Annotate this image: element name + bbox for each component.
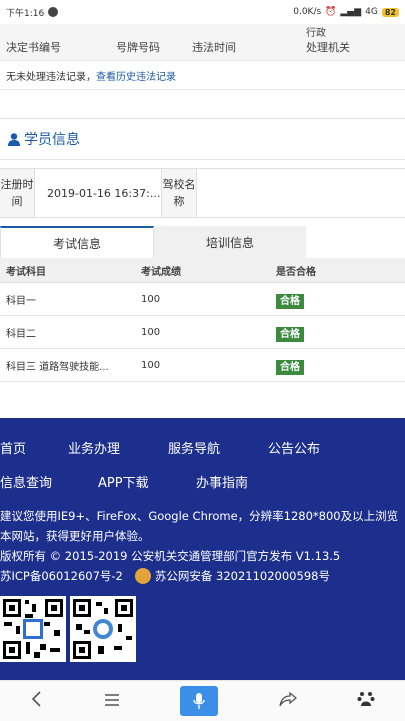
table-row: 科目一 100 合格 <box>0 282 405 316</box>
info-tabs: 考试信息 培训信息 <box>0 226 405 258</box>
qr-code-right <box>70 596 136 662</box>
network-type: 4G <box>365 7 378 17</box>
col-violation-time: 违法时间 <box>192 41 236 54</box>
reg-time-label: 注册时间 <box>0 169 35 217</box>
pass-badge: 合格 <box>276 293 304 309</box>
user-icon <box>8 132 20 146</box>
pass-badge: 合格 <box>276 359 304 375</box>
police-badge-icon <box>134 568 151 584</box>
footer-link-app-download[interactable]: APP下载 <box>98 472 196 491</box>
police-record: 苏公网安备 32021102000598号 <box>154 569 330 583</box>
microphone-icon <box>193 693 206 709</box>
notification-icon <box>48 7 59 17</box>
baidu-paw-icon[interactable] <box>357 690 375 712</box>
exam-table-header: 考试科目 考试成绩 是否合格 <box>0 258 405 283</box>
menu-icon[interactable] <box>104 692 120 711</box>
browser-bottom-bar <box>0 680 405 721</box>
section-title: 学员信息 <box>24 132 80 148</box>
school-name-label: 驾校名称 <box>162 169 197 217</box>
copyright: 版权所有 © 2015-2019 公安机关交通管理部门官方发布 V1.13.5 <box>0 549 341 563</box>
status-time: 下午1:16 <box>6 8 45 19</box>
exam-table: 考试科目 考试成绩 是否合格 科目一 100 合格 科目二 100 合格 科目三… <box>0 258 405 382</box>
qr-code-left <box>0 596 66 662</box>
footer-link-home[interactable]: 首页 <box>0 438 68 457</box>
school-name-value <box>197 169 399 217</box>
col-decision-no: 决定书编号 <box>6 41 61 54</box>
signal-icon: ▂▄▆ <box>340 7 362 17</box>
table-row: 科目二 100 合格 <box>0 315 405 349</box>
violation-empty-text: 无未处理违法记录， <box>6 71 96 83</box>
pass-cell: 合格 <box>270 282 405 316</box>
col-handling-org: 处理机关 <box>306 41 350 54</box>
col-pass: 是否合格 <box>270 258 405 283</box>
col-subject: 考试科目 <box>0 258 135 283</box>
pass-cell: 合格 <box>270 348 405 382</box>
tab-training-info[interactable]: 培训信息 <box>154 226 306 258</box>
history-violation-link[interactable]: 查看历史违法记录 <box>96 68 176 83</box>
score-cell: 100 <box>135 315 270 349</box>
student-info-header: 学员信息 <box>0 119 405 160</box>
footer-link-service-nav[interactable]: 服务导航 <box>168 438 268 457</box>
footer-link-info-query[interactable]: 信息查询 <box>0 472 98 491</box>
voice-search-button[interactable] <box>180 686 219 716</box>
col-plate-no: 号牌号码 <box>116 41 160 54</box>
pass-badge: 合格 <box>276 326 304 342</box>
col-score: 考试成绩 <box>135 258 270 283</box>
footer-notes: 建议您使用IE9+、FireFox、Google Chrome，分辨率1280*… <box>0 506 405 586</box>
browser-note: 建议您使用IE9+、FireFox、Google Chrome，分辨率1280*… <box>0 509 399 543</box>
site-footer: 首页 业务办理 服务导航 公告公布 信息查询 APP下载 办事指南 建议您使用I… <box>0 418 405 680</box>
record-line: 苏ICP备06012607号-2 苏公网安备 32021102000598号 <box>0 566 405 586</box>
score-cell: 100 <box>135 282 270 316</box>
divider <box>0 90 405 119</box>
table-row: 科目三 道路驾驶技能... 100 合格 <box>0 348 405 382</box>
student-info-table: 注册时间 2019-01-16 16:37:... 驾校名称 <box>0 168 405 218</box>
pass-cell: 合格 <box>270 315 405 349</box>
net-speed: 0.0K/s <box>293 7 322 17</box>
subject-cell: 科目二 <box>0 315 135 349</box>
footer-nav-row1: 首页 业务办理 服务导航 公告公布 <box>0 438 320 457</box>
tab-exam-info[interactable]: 考试信息 <box>0 226 154 258</box>
share-icon[interactable] <box>279 691 297 711</box>
violation-table-header: 决定书编号 号牌号码 违法时间 行政 处理机关 <box>0 24 405 61</box>
footer-link-guide[interactable]: 办事指南 <box>196 472 248 491</box>
subject-cell: 科目三 道路驾驶技能... <box>0 348 135 382</box>
subject-cell: 科目一 <box>0 282 135 316</box>
footer-link-business[interactable]: 业务办理 <box>68 438 168 457</box>
battery-icon: 82 <box>381 7 399 17</box>
score-cell: 100 <box>135 348 270 382</box>
violation-empty-row: 无未处理违法记录， 查看历史违法记录 <box>0 61 405 90</box>
reg-time-value: 2019-01-16 16:37:... <box>35 169 162 217</box>
icp-record: 苏ICP备06012607号-2 <box>0 569 123 583</box>
status-bar: 下午1:16 0.0K/s ⏰ ▂▄▆ 4G 82 <box>0 0 405 24</box>
col-small-label: 行政 <box>306 28 326 39</box>
footer-nav-row2: 信息查询 APP下载 办事指南 <box>0 472 248 491</box>
back-icon[interactable] <box>30 691 44 711</box>
footer-link-announcements[interactable]: 公告公布 <box>268 438 320 457</box>
alarm-icon: ⏰ <box>325 7 337 17</box>
